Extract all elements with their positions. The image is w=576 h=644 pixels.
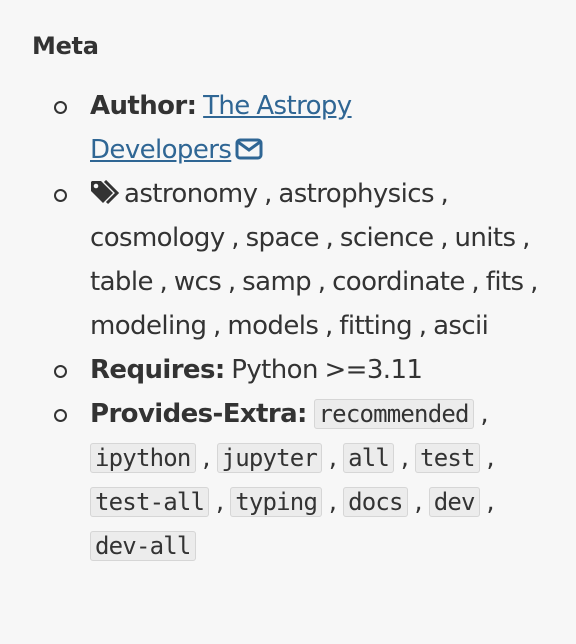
tags-icon	[90, 176, 124, 205]
keywords-item: astronomy , astrophysics , cosmology , s…	[54, 172, 550, 348]
extra-test-all: test-all	[90, 487, 210, 517]
keyword: ascii	[433, 311, 489, 341]
extra-dev: dev	[428, 487, 480, 517]
author-label: Author:	[90, 91, 197, 121]
extra-all: all	[343, 443, 395, 473]
meta-section: Meta Author: The Astropy Developers astro…	[0, 0, 576, 568]
keyword: space	[245, 223, 320, 253]
keyword: fits	[485, 267, 524, 297]
keyword: samp	[242, 267, 312, 297]
keyword: modeling	[90, 311, 207, 341]
keyword: fitting	[339, 311, 413, 341]
keyword: models	[227, 311, 319, 341]
extra-dev-all: dev-all	[90, 531, 196, 561]
provides-extra-label: Provides-Extra:	[90, 399, 307, 429]
keyword: astronomy	[124, 179, 258, 209]
meta-list: Author: The Astropy Developers astronomy …	[32, 84, 550, 568]
extra-jupyter: jupyter	[216, 443, 323, 473]
keyword: science	[339, 223, 434, 253]
author-name-line1: The Astropy	[203, 91, 352, 121]
keyword: wcs	[173, 267, 222, 297]
extra-typing: typing	[230, 487, 323, 517]
author-name-line2: Developers	[90, 135, 232, 165]
keyword: cosmology	[90, 223, 225, 253]
extra-test: test	[415, 443, 480, 473]
keyword: astrophysics	[278, 179, 434, 209]
extra-docs: docs	[343, 487, 408, 517]
keyword: table	[90, 267, 153, 297]
author-item: Author: The Astropy Developers	[54, 84, 550, 172]
keyword: units	[454, 223, 517, 253]
extra-recommended: recommended	[313, 399, 474, 429]
meta-heading: Meta	[32, 32, 99, 60]
envelope-icon[interactable]	[235, 130, 263, 160]
requires-label: Requires:	[90, 355, 225, 385]
provides-extra-item: Provides-Extra: recommended , ipython , …	[54, 392, 550, 568]
extra-ipython: ipython	[90, 443, 196, 473]
keyword: coordinate	[332, 267, 465, 297]
requires-item: Requires: Python >=3.11	[54, 348, 550, 392]
requires-value: Python >=3.11	[231, 355, 423, 385]
